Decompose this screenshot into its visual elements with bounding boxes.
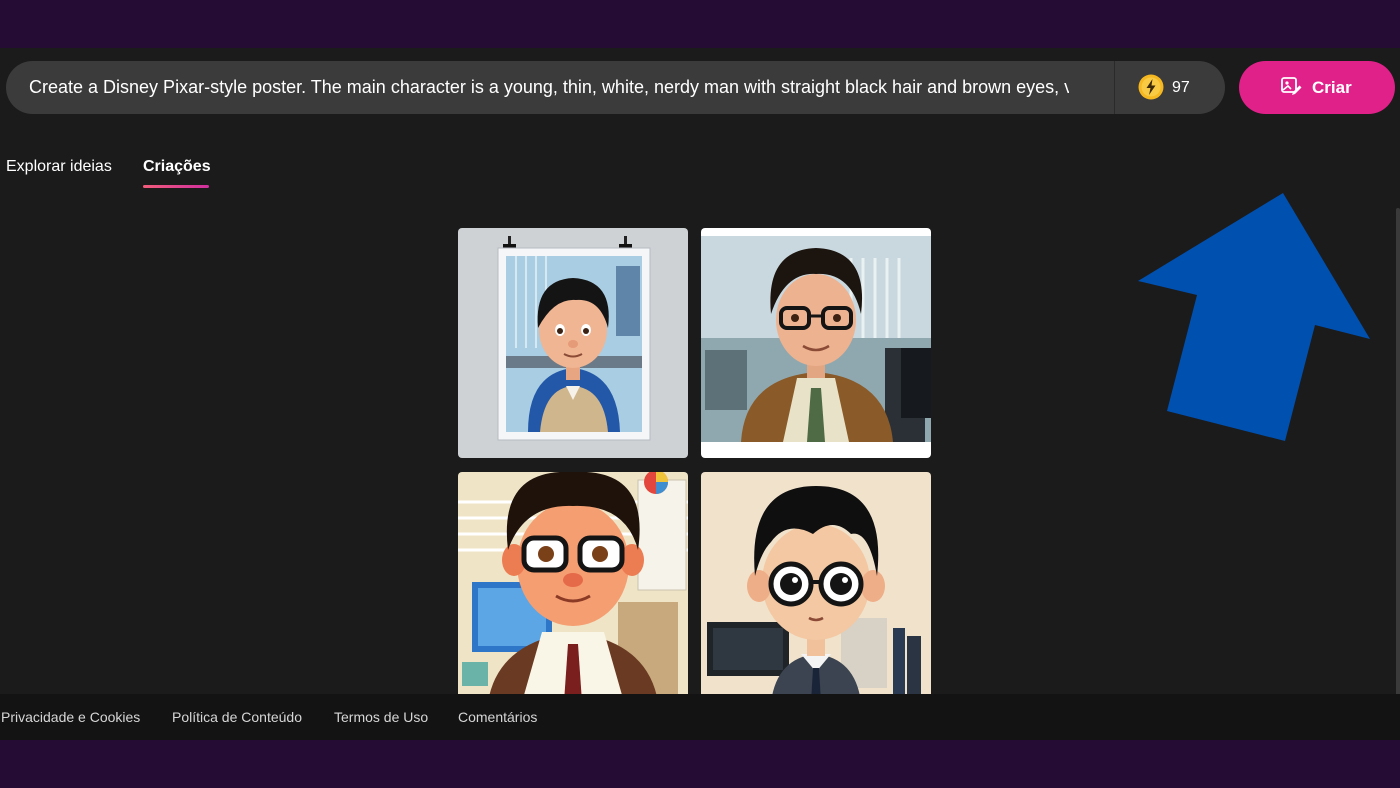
- scrollbar[interactable]: [1396, 208, 1400, 698]
- tab-creations[interactable]: Criações: [143, 158, 211, 176]
- credits-count: 97: [1172, 79, 1190, 96]
- image-creator-app: Create a Disney Pixar-style poster. The …: [0, 48, 1400, 740]
- image-edit-icon: [1281, 77, 1302, 95]
- create-button[interactable]: Criar: [1239, 61, 1395, 114]
- prompt-input[interactable]: Create a Disney Pixar-style poster. The …: [29, 61, 1069, 114]
- footer: Privacidade e Cookies Política de Conteú…: [0, 694, 1400, 740]
- prompt-bar[interactable]: Create a Disney Pixar-style poster. The …: [6, 61, 1225, 114]
- create-button-label: Criar: [1312, 78, 1352, 97]
- footer-link-content-policy[interactable]: Política de Conteúdo: [172, 694, 302, 740]
- footer-link-terms[interactable]: Termos de Uso: [334, 694, 428, 740]
- generated-image-2[interactable]: [701, 228, 931, 458]
- lightning-coin-icon: [1138, 74, 1164, 100]
- active-tab-indicator: [143, 185, 209, 188]
- generated-image-1[interactable]: [458, 228, 688, 458]
- annotation-arrow-icon: [1138, 193, 1370, 441]
- generated-image-3[interactable]: [458, 472, 688, 702]
- footer-link-feedback[interactable]: Comentários: [458, 694, 537, 740]
- prompt-divider: [1114, 61, 1115, 114]
- tab-explore-ideas[interactable]: Explorar ideias: [6, 158, 112, 176]
- footer-link-privacy[interactable]: Privacidade e Cookies: [1, 694, 140, 740]
- generated-image-4[interactable]: [701, 472, 931, 702]
